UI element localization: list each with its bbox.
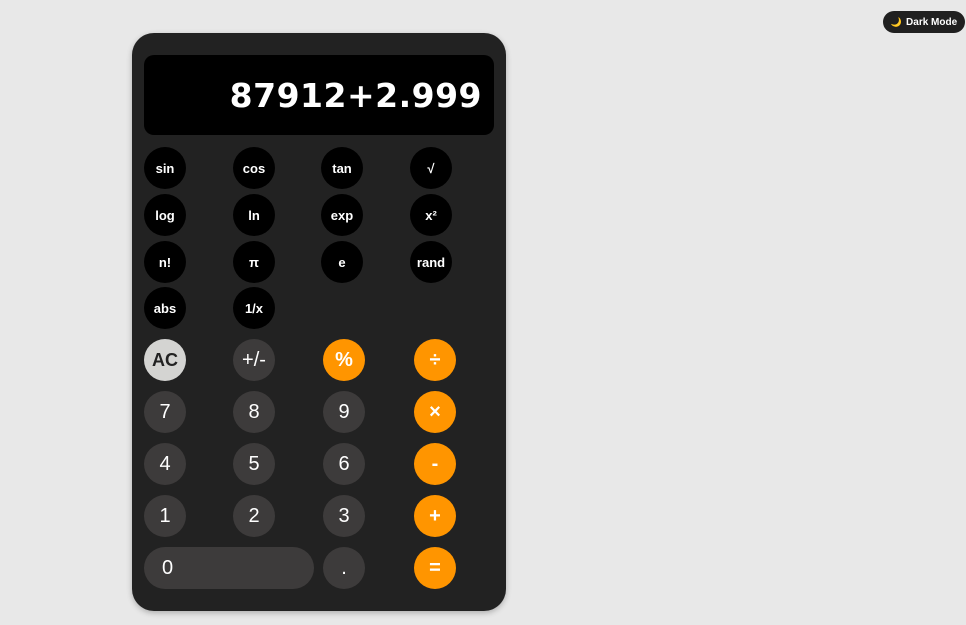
ln-button[interactable]: ln (233, 194, 275, 236)
digit-0-button[interactable]: 0 (144, 547, 314, 589)
reciprocal-button[interactable]: 1/x (233, 287, 275, 329)
digit-3-button[interactable]: 3 (323, 495, 365, 537)
cos-button[interactable]: cos (233, 147, 275, 189)
subtract-button[interactable]: - (414, 443, 456, 485)
clear-button[interactable]: AC (144, 339, 186, 381)
divide-button[interactable]: ÷ (414, 339, 456, 381)
dark-mode-toggle[interactable]: 🌙 Dark Mode (883, 11, 965, 33)
digit-7-button[interactable]: 7 (144, 391, 186, 433)
digit-8-button[interactable]: 8 (233, 391, 275, 433)
digit-6-button[interactable]: 6 (323, 443, 365, 485)
log-button[interactable]: log (144, 194, 186, 236)
percent-button[interactable]: % (323, 339, 365, 381)
digit-4-button[interactable]: 4 (144, 443, 186, 485)
calculator: 87912+2.999 sin cos tan √ log ln exp x² … (132, 33, 506, 611)
euler-button[interactable]: e (321, 241, 363, 283)
add-button[interactable]: + (414, 495, 456, 537)
sin-button[interactable]: sin (144, 147, 186, 189)
digit-1-button[interactable]: 1 (144, 495, 186, 537)
square-button[interactable]: x² (410, 194, 452, 236)
tan-button[interactable]: tan (321, 147, 363, 189)
factorial-button[interactable]: n! (144, 241, 186, 283)
multiply-button[interactable]: × (414, 391, 456, 433)
moon-icon: 🌙 (890, 16, 903, 27)
calculator-display: 87912+2.999 (144, 55, 494, 135)
exp-button[interactable]: exp (321, 194, 363, 236)
sqrt-button[interactable]: √ (410, 147, 452, 189)
equals-button[interactable]: = (414, 547, 456, 589)
decimal-button[interactable]: . (323, 547, 365, 589)
dark-mode-label: Dark Mode (906, 16, 958, 28)
abs-button[interactable]: abs (144, 287, 186, 329)
rand-button[interactable]: rand (410, 241, 452, 283)
digit-9-button[interactable]: 9 (323, 391, 365, 433)
pi-button[interactable]: π (233, 241, 275, 283)
digit-5-button[interactable]: 5 (233, 443, 275, 485)
digit-2-button[interactable]: 2 (233, 495, 275, 537)
sign-toggle-button[interactable]: +/- (233, 339, 275, 381)
